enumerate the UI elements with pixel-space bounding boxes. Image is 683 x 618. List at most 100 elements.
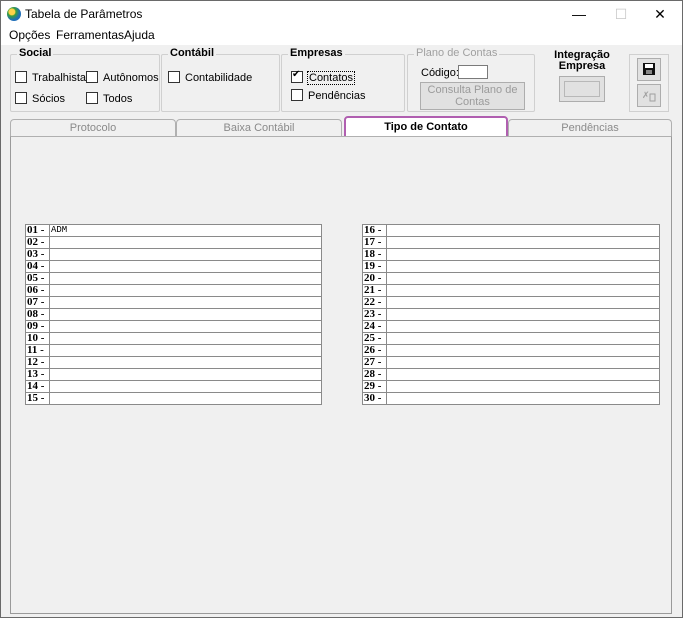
codigo-input[interactable] bbox=[458, 65, 488, 79]
contact-type-input[interactable] bbox=[386, 356, 660, 369]
contact-type-input[interactable] bbox=[386, 236, 660, 249]
contact-type-input[interactable] bbox=[386, 296, 660, 309]
checkbox-label: Todos bbox=[103, 93, 133, 105]
contact-type-number-label: 02 bbox=[27, 236, 38, 248]
tab-protocolo[interactable]: Protocolo bbox=[10, 119, 176, 136]
contact-type-number: 11 - bbox=[25, 344, 50, 357]
todos-checkbox[interactable]: Todos bbox=[86, 92, 132, 105]
trabalhista-checkbox[interactable]: Trabalhista bbox=[15, 71, 86, 84]
menu-opcoes[interactable]: Opções bbox=[9, 28, 50, 42]
contact-type-number-label: 24 bbox=[364, 320, 375, 332]
contact-type-number-label: 04 bbox=[27, 260, 38, 272]
integracao-group-title: Integração Empresa bbox=[551, 50, 613, 72]
contact-type-number: 24 - bbox=[362, 320, 387, 333]
contact-type-number-label: 05 bbox=[27, 272, 38, 284]
contact-type-input[interactable] bbox=[49, 260, 322, 273]
contact-type-input[interactable] bbox=[49, 272, 322, 285]
contact-type-input[interactable] bbox=[49, 356, 322, 369]
contact-type-number-label: 03 bbox=[27, 248, 38, 260]
socios-checkbox[interactable]: Sócios bbox=[15, 92, 65, 105]
app-globe-icon bbox=[7, 7, 21, 21]
contact-type-row: 19 - bbox=[362, 260, 660, 273]
contact-type-input[interactable] bbox=[386, 392, 660, 405]
contact-type-input[interactable] bbox=[386, 380, 660, 393]
cancel-button[interactable]: ✗ bbox=[637, 84, 661, 107]
contact-type-input[interactable] bbox=[49, 308, 322, 321]
tab-baixa-contabil[interactable]: Baixa Contábil bbox=[176, 119, 342, 136]
integracao-button[interactable] bbox=[559, 76, 605, 102]
contact-type-input[interactable] bbox=[386, 248, 660, 261]
consulta-plano-contas-button[interactable]: Consulta Plano de Contas bbox=[420, 82, 525, 110]
contact-type-number: 10 - bbox=[25, 332, 50, 345]
contact-type-number-label: 06 bbox=[27, 284, 38, 296]
contact-type-number: 22 - bbox=[362, 296, 387, 309]
contact-type-row: 01 - ADM bbox=[25, 224, 322, 237]
contact-type-number-label: 29 bbox=[364, 380, 375, 392]
empresas-group-title: Empresas bbox=[288, 47, 345, 59]
contact-type-input[interactable]: ADM bbox=[49, 224, 322, 237]
contact-type-input[interactable] bbox=[49, 392, 322, 405]
contact-type-number: 17 - bbox=[362, 236, 387, 249]
contact-type-number-label: 16 bbox=[364, 224, 375, 236]
tab-pendencias[interactable]: Pendências bbox=[508, 119, 672, 136]
contact-type-row: 08 - bbox=[25, 308, 322, 321]
pendencias-checkbox[interactable]: Pendências bbox=[291, 89, 366, 102]
minimize-button[interactable]: — bbox=[564, 4, 594, 24]
contact-type-row: 30 - bbox=[362, 392, 660, 405]
contact-type-input[interactable] bbox=[49, 296, 322, 309]
contact-type-input[interactable] bbox=[386, 260, 660, 273]
contact-type-row: 09 - bbox=[25, 320, 322, 333]
contact-type-input[interactable] bbox=[386, 284, 660, 297]
integracao-button-icon bbox=[564, 81, 600, 97]
contact-type-row: 07 - bbox=[25, 296, 322, 309]
contact-type-number-label: 28 bbox=[364, 368, 375, 380]
contact-type-input[interactable] bbox=[49, 284, 322, 297]
tab-strip: Protocolo Baixa Contábil Tipo de Contato… bbox=[10, 116, 672, 139]
contact-type-number-label: 14 bbox=[27, 380, 38, 392]
close-button[interactable]: ✕ bbox=[645, 4, 675, 24]
contatos-checkbox[interactable]: Contatos bbox=[291, 69, 356, 85]
checkbox-box bbox=[86, 71, 98, 83]
contact-type-number-label: 12 bbox=[27, 356, 38, 368]
contact-type-input[interactable] bbox=[49, 368, 322, 381]
contact-type-row: 15 - bbox=[25, 392, 322, 405]
contact-type-input[interactable] bbox=[49, 320, 322, 333]
contact-type-row: 03 - bbox=[25, 248, 322, 261]
menu-ferramentas[interactable]: Ferramentas bbox=[56, 28, 124, 42]
contact-type-input[interactable] bbox=[49, 332, 322, 345]
contact-type-number: 23 - bbox=[362, 308, 387, 321]
contact-type-number: 13 - bbox=[25, 368, 50, 381]
contact-type-input[interactable] bbox=[49, 236, 322, 249]
contact-type-input[interactable] bbox=[386, 344, 660, 357]
contact-type-number-label: 17 bbox=[364, 236, 375, 248]
contact-type-number: 18 - bbox=[362, 248, 387, 261]
contact-type-input[interactable] bbox=[386, 224, 660, 237]
contact-type-input[interactable] bbox=[386, 308, 660, 321]
contact-type-number-label: 01 bbox=[27, 224, 38, 236]
contact-type-row: 14 - bbox=[25, 380, 322, 393]
contact-type-input[interactable] bbox=[49, 248, 322, 261]
autonomos-checkbox[interactable]: Autônomos bbox=[86, 71, 159, 84]
contact-type-number-label: 11 bbox=[27, 344, 38, 356]
contact-type-number: 27 - bbox=[362, 356, 387, 369]
contabilidade-checkbox[interactable]: Contabilidade bbox=[168, 71, 252, 84]
contact-type-row: 04 - bbox=[25, 260, 322, 273]
tipo-contato-panel: 01 - ADM 02 -03 -04 -05 -06 -07 -08 -09 -1… bbox=[10, 136, 672, 614]
contact-type-input[interactable] bbox=[386, 320, 660, 333]
contact-type-number: 04 - bbox=[25, 260, 50, 273]
contact-type-row: 25 - bbox=[362, 332, 660, 345]
contact-type-number: 03 - bbox=[25, 248, 50, 261]
contact-type-input[interactable] bbox=[386, 332, 660, 345]
contact-type-input[interactable] bbox=[49, 344, 322, 357]
maximize-button[interactable]: ☐ bbox=[606, 4, 636, 24]
checkbox-box bbox=[15, 71, 27, 83]
contact-type-number: 12 - bbox=[25, 356, 50, 369]
contact-type-input[interactable] bbox=[386, 272, 660, 285]
menu-ajuda[interactable]: Ajuda bbox=[124, 28, 155, 42]
contact-type-input[interactable] bbox=[49, 380, 322, 393]
contact-type-row: 06 - bbox=[25, 284, 322, 297]
save-button[interactable] bbox=[637, 58, 661, 81]
contact-type-row: 11 - bbox=[25, 344, 322, 357]
contact-type-number: 09 - bbox=[25, 320, 50, 333]
contact-type-input[interactable] bbox=[386, 368, 660, 381]
